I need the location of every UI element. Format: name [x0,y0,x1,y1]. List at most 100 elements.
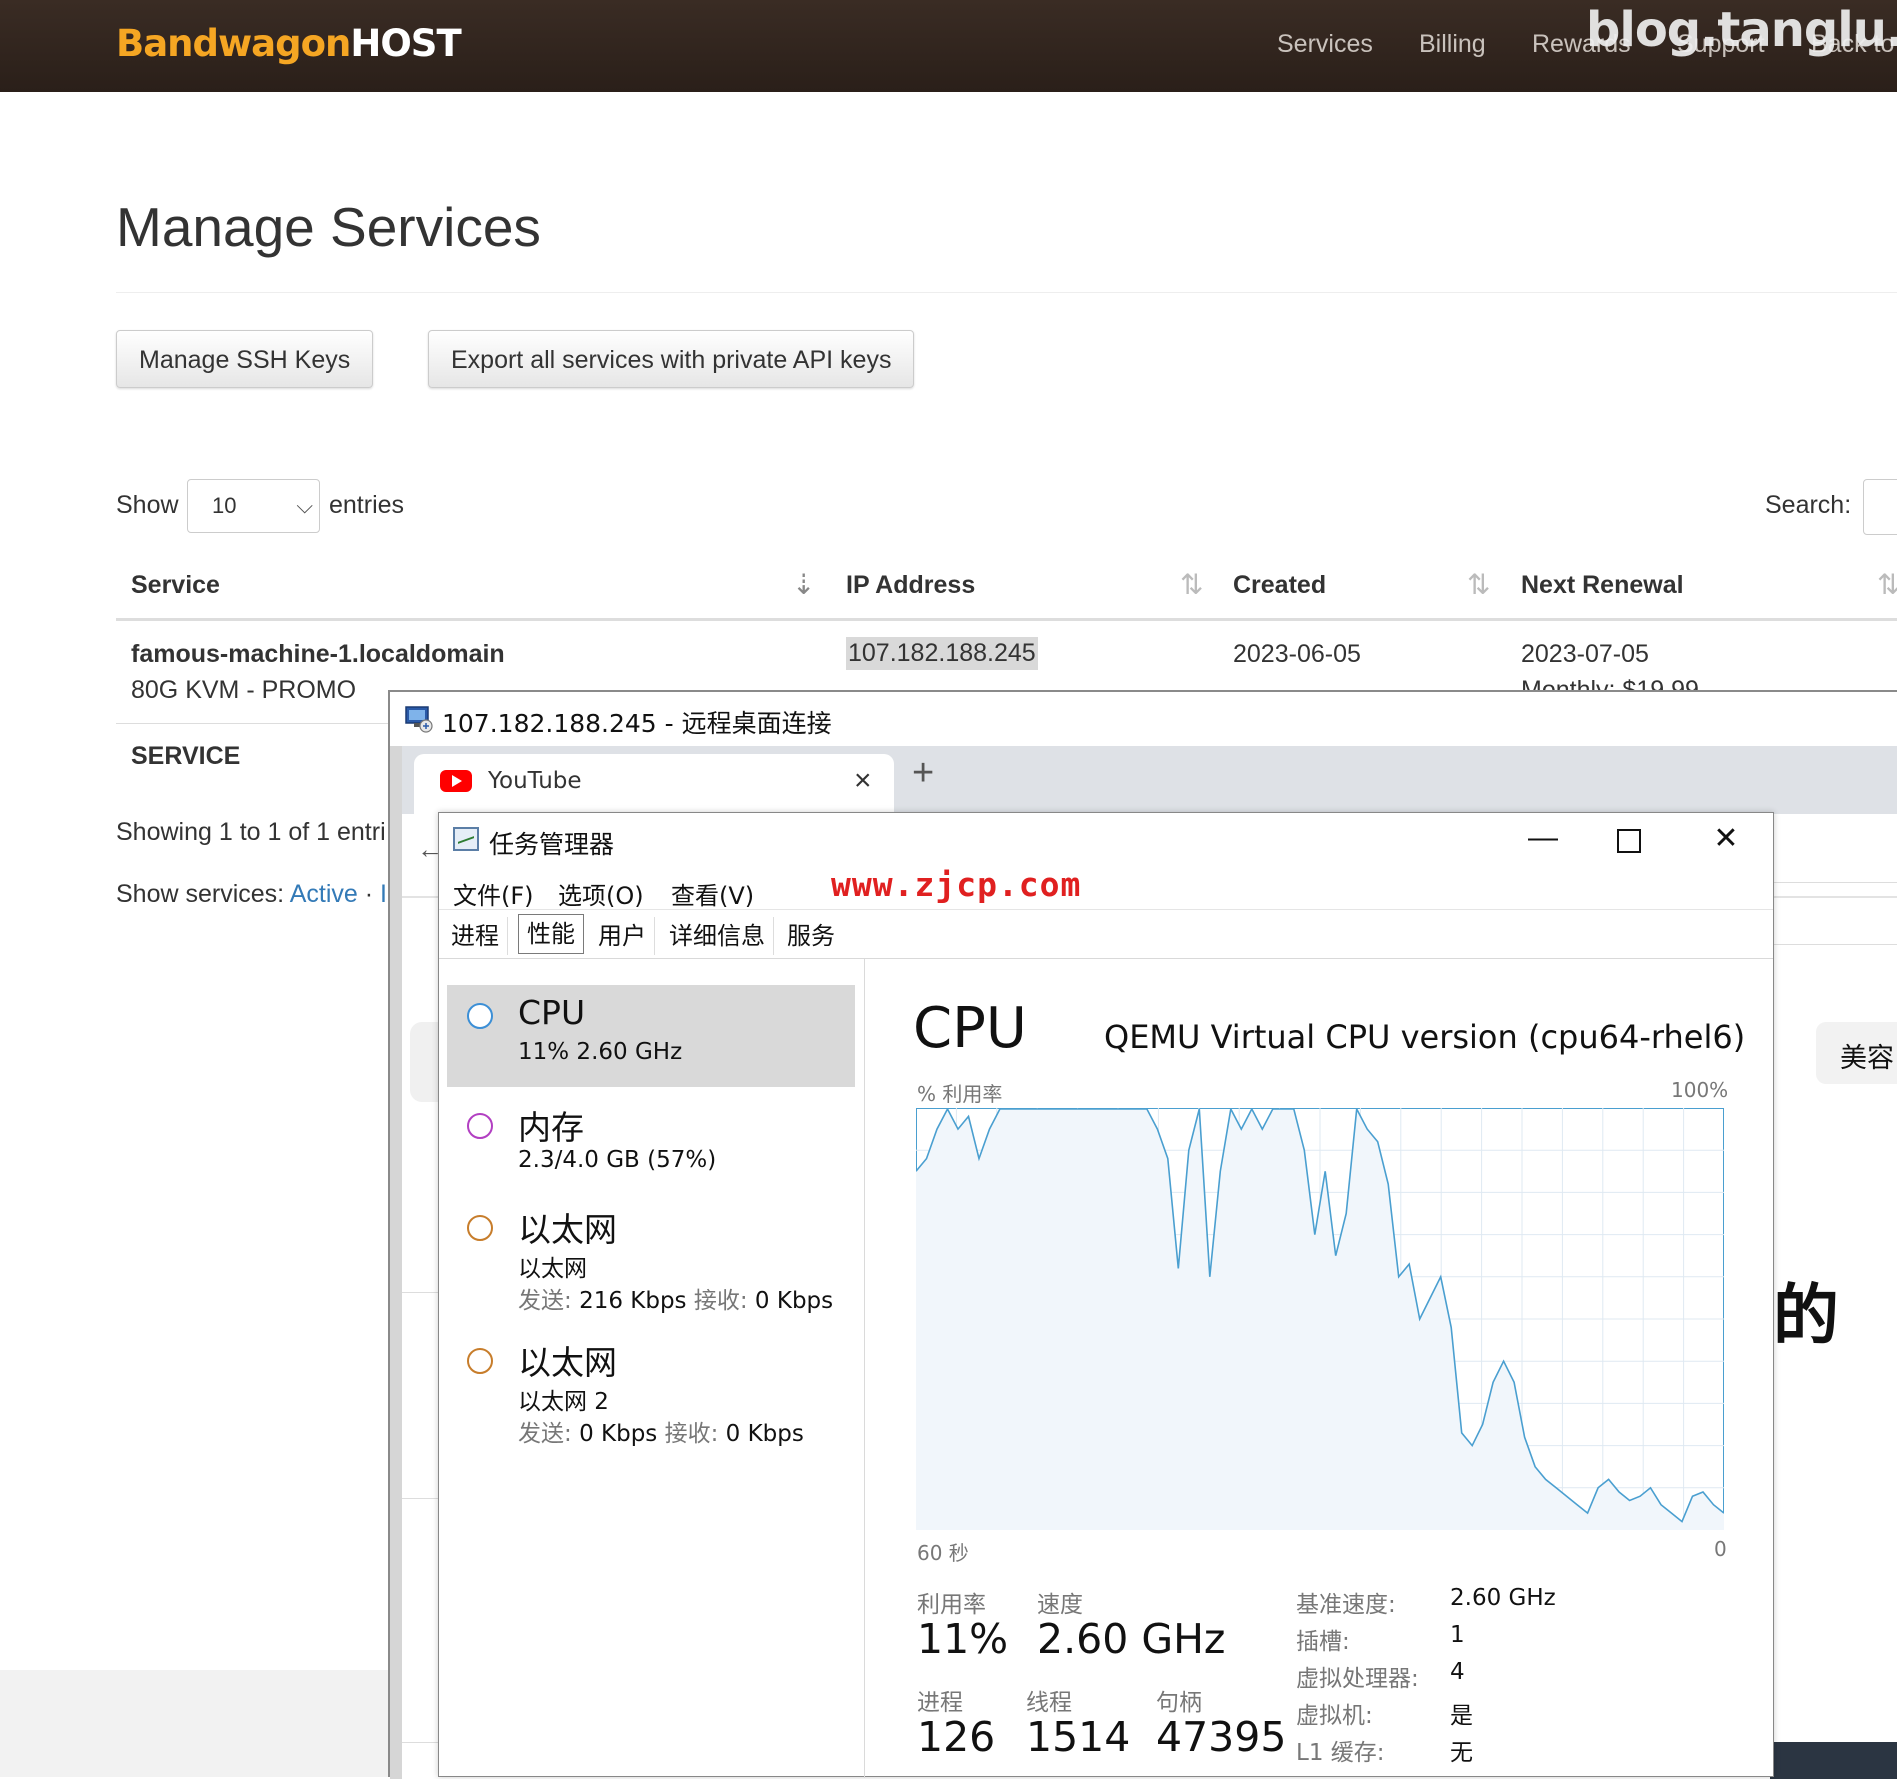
rdp-titlebar[interactable]: 107.182.188.245 - 远程桌面连接 [390,692,1897,746]
sidebar-divider [864,959,865,1778]
tab-details[interactable]: 详细信息 [661,917,774,955]
filter-next-link[interactable]: I [380,880,387,908]
page-divider [1770,944,1897,945]
entries-select[interactable]: 10 ⌵ [187,479,320,533]
nav-billing[interactable]: Billing [1419,30,1486,59]
rdp-title: 107.182.188.245 - 远程桌面连接 [442,709,832,738]
bandwagonhost-logo[interactable]: BandwagonHOST [116,22,462,65]
manage-ssh-keys-button[interactable]: Manage SSH Keys [116,330,374,388]
show-label: Show [116,491,179,519]
browser-tab-youtube[interactable]: YouTube × [414,754,894,814]
remote-desktop-icon [405,706,433,733]
send-value: 216 Kbps [579,1288,687,1314]
perf-item-memory[interactable]: 内存 2.3/4.0 GB (57%) [447,1093,855,1183]
logo-part-host: HOST [350,22,461,65]
sort-icon[interactable]: ⇅ [1467,568,1490,601]
send-label: 发送: [518,1421,572,1447]
max-axis-label: 100% [1671,1078,1729,1102]
time-axis-label: 60 秒 [917,1541,969,1565]
search-label: Search: [1765,491,1852,519]
perf-item-title: 以太网 [518,1210,617,1249]
watermark: blog.tanglu.me [1586,2,1897,58]
recv-value: 0 Kbps [725,1421,804,1447]
cpu-model: QEMU Virtual CPU version (cpu64-rhel6) [1104,1018,1746,1056]
menu-view[interactable]: 查看(V) [671,876,754,911]
sort-icon[interactable]: ⇅ [1180,568,1203,601]
footer-band [0,1670,388,1777]
video-thumbnail[interactable] [1770,1742,1897,1779]
proc-value: 126 [917,1713,996,1761]
minimize-icon[interactable]: — [1520,821,1566,855]
chevron-down-icon: ⌵ [296,493,313,518]
perf-item-traffic: 发送: 0 Kbps 接收: 0 Kbps [518,1414,804,1448]
page-chip-left [410,1022,440,1102]
perf-item-traffic: 发送: 216 Kbps 接收: 0 Kbps [518,1281,833,1315]
thread-value: 1514 [1026,1713,1131,1761]
browser-tabstrip: YouTube × + [402,746,1897,814]
tab-processes[interactable]: 进程 [443,917,508,955]
detail-key: 插槽: [1296,1629,1350,1655]
ip-address-cell: 107.182.188.245 [846,637,1038,670]
send-value: 0 Kbps [579,1421,658,1447]
util-value: 11% [917,1615,1009,1663]
created-cell: 2023-06-05 [1233,640,1361,668]
tab-performance[interactable]: 性能 [518,914,584,954]
zero-axis-label: 0 [1714,1537,1727,1561]
service-name-link[interactable]: famous-machine-1.localdomain [131,640,505,669]
title-divider [116,292,1897,293]
filter-separator: · [364,880,374,908]
site-watermark: www.zjcp.com [831,865,1082,904]
column-header-renewal[interactable]: Next Renewal [1521,571,1684,600]
util-axis-label: % 利用率 [917,1082,1003,1106]
new-tab-button[interactable]: + [912,752,934,795]
category-chip-label: 美容 [1840,1043,1894,1073]
thread-label: 线程 [1026,1690,1072,1716]
perf-item-cpu[interactable]: CPU 11% 2.60 GHz [447,985,855,1087]
filter-active-link[interactable]: Active [290,880,358,908]
nav-services[interactable]: Services [1277,30,1373,59]
ethernet-circle-icon [467,1348,493,1374]
perf-item-sub: 以太网 2 [518,1389,609,1415]
memory-circle-icon [467,1113,493,1139]
perf-item-sub: 2.3/4.0 GB (57%) [518,1147,717,1173]
search-input[interactable] [1863,479,1897,535]
perf-item-ethernet-1[interactable]: 以太网 以太网 发送: 216 Kbps 接收: 0 Kbps [447,1195,855,1314]
detail-key: L1 缓存: [1296,1740,1385,1766]
tab-services[interactable]: 服务 [779,917,843,955]
menu-divider [439,909,1773,910]
recv-label: 接收: [664,1421,719,1447]
sort-desc-icon[interactable]: ⇣ [792,568,815,601]
showing-info: Showing 1 to 1 of 1 entri [116,818,386,846]
speed-label: 速度 [1037,1592,1083,1618]
export-services-button[interactable]: Export all services with private API key… [428,330,915,388]
perf-item-ethernet-2[interactable]: 以太网 以太网 2 发送: 0 Kbps 接收: 0 Kbps [447,1328,855,1447]
send-label: 发送: [518,1288,572,1314]
tabs-divider [439,958,1773,959]
category-chip[interactable]: 美容 [1816,1022,1897,1084]
menu-options[interactable]: 选项(O) [558,876,644,911]
close-icon[interactable]: ✕ [1703,821,1749,856]
column-header-created[interactable]: Created [1233,571,1326,600]
task-manager-window[interactable]: 任务管理器 — ✕ 文件(F) 选项(O) 查看(V) www.zjcp.com… [438,812,1774,1778]
handle-value: 47395 [1156,1713,1287,1761]
detail-value: 是 [1450,1703,1473,1729]
youtube-icon [440,770,472,792]
tab-users[interactable]: 用户 [590,917,655,955]
maximize-icon[interactable] [1617,829,1641,853]
task-manager-title: 任务管理器 [489,830,615,859]
perf-item-title: 内存 [518,1108,584,1147]
sort-icon[interactable]: ⇅ [1877,568,1897,601]
top-navbar: BandwagonHOST Services Billing Rewards S… [0,0,1897,92]
util-label: 利用率 [917,1592,986,1618]
column-header-ip[interactable]: IP Address [846,571,975,600]
background-heading-text: 的 [1773,1277,1839,1354]
column-header-service[interactable]: Service [131,571,220,600]
recv-value: 0 Kbps [754,1288,834,1314]
detail-value: 2.60 GHz [1450,1585,1556,1611]
proc-label: 进程 [917,1690,963,1716]
menu-file[interactable]: 文件(F) [453,876,534,911]
close-tab-icon[interactable]: × [854,764,872,798]
cpu-heading: CPU [913,996,1027,1061]
speed-value: 2.60 GHz [1037,1615,1226,1663]
page-divider [1770,882,1897,883]
